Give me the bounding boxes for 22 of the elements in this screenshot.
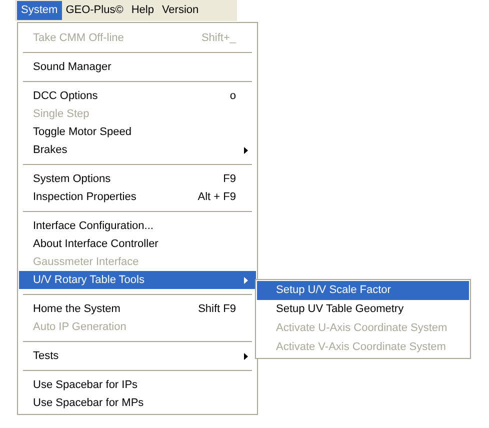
menu-item[interactable]: Interface Configuration... bbox=[19, 217, 256, 235]
menu-bar-item[interactable]: GEO-Plus© bbox=[62, 1, 128, 20]
menu-item[interactable]: Toggle Motor Speed bbox=[19, 123, 256, 141]
menu-item[interactable]: Home the System Shift F9 bbox=[19, 300, 256, 318]
menu-item[interactable]: Use Spacebar for MPs bbox=[19, 394, 256, 412]
menu-item[interactable]: Setup UV Table Geometry bbox=[257, 300, 469, 319]
menu-item[interactable]: Brakes bbox=[19, 141, 256, 159]
submenu-arrow-icon bbox=[244, 276, 248, 284]
menu-item[interactable]: Tests bbox=[19, 347, 256, 365]
menu-bar-item[interactable]: Help bbox=[127, 1, 158, 20]
menu-item[interactable]: Use Spacebar for IPs bbox=[19, 376, 256, 394]
menu-item[interactable]: Inspection Properties Alt + F9 bbox=[19, 188, 256, 206]
menu-item[interactable]: U/V Rotary Table Tools bbox=[19, 271, 256, 289]
menu-item[interactable]: DCC Options o bbox=[19, 87, 256, 105]
submenu-arrow-icon bbox=[244, 146, 248, 154]
menu-item[interactable]: About Interface Controller bbox=[19, 235, 256, 253]
menu-item[interactable]: System Options F9 bbox=[19, 170, 256, 188]
menu-bar-item[interactable]: Version bbox=[158, 1, 203, 20]
submenu-arrow-icon bbox=[244, 352, 248, 360]
menu-item[interactable]: Setup U/V Scale Factor bbox=[257, 281, 469, 300]
menu-bar-item[interactable]: System bbox=[17, 1, 62, 20]
menu-item[interactable]: Sound Manager bbox=[19, 58, 256, 76]
